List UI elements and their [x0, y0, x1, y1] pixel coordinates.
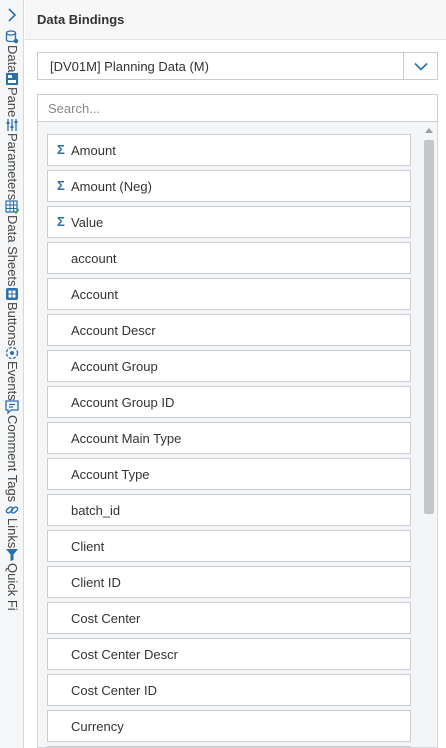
- field-item[interactable]: Account Type: [47, 458, 411, 490]
- rail-tab-label: Links: [5, 517, 20, 548]
- rail-tab-label: Data Sheets: [5, 215, 20, 287]
- field-item[interactable]: Account Descr: [47, 314, 411, 346]
- field-list-scrollbar[interactable]: [421, 122, 437, 747]
- database-icon: [5, 30, 19, 44]
- comment-tags-icon: [5, 400, 19, 416]
- field-item[interactable]: Client ID: [47, 566, 411, 598]
- parameters-icon: [5, 118, 19, 132]
- field-list-container: Σ Amount Σ Amount (Neg) Σ Value account Account…: [37, 122, 438, 748]
- data-source-value: [DV01M] Planning Data (M): [50, 58, 209, 74]
- quick-filter-icon: [5, 548, 19, 562]
- field-label: Account Descr: [71, 322, 156, 338]
- field-label: Currency: [71, 718, 124, 734]
- field-label: Client: [71, 538, 105, 554]
- data-bindings-panel: Data Bindings [DV01M] Planning Data (M) …: [25, 0, 446, 748]
- buttons-icon: [5, 287, 19, 301]
- rail-tab-quick-fi[interactable]: Quick Fi: [0, 548, 23, 611]
- rail-tab-label: Data: [5, 45, 20, 73]
- rail-tab-label: Quick Fi: [5, 562, 20, 611]
- field-label: Account Group: [71, 358, 158, 374]
- field-label: Account Type: [71, 466, 150, 482]
- panel-header: Data Bindings: [25, 0, 446, 40]
- field-item[interactable]: Client: [47, 530, 411, 562]
- field-label: Cost Center: [71, 610, 141, 626]
- links-icon: [5, 503, 19, 517]
- field-label: Account Group ID: [71, 394, 175, 410]
- data-source-select[interactable]: [DV01M] Planning Data (M): [37, 52, 438, 80]
- panel-title: Data Bindings: [37, 12, 125, 27]
- scrollbar-thumb[interactable]: [424, 140, 434, 514]
- field-item[interactable]: Account Main Type: [47, 422, 411, 454]
- rail-tab-data[interactable]: Data: [0, 30, 23, 73]
- field-item[interactable]: Cost Center: [47, 602, 411, 634]
- data-source-dropdown-toggle[interactable]: [403, 53, 437, 79]
- pane-icon: [5, 72, 19, 86]
- scroll-up-arrow-icon[interactable]: [424, 126, 434, 134]
- field-list: Σ Amount Σ Amount (Neg) Σ Value account Account…: [47, 134, 411, 747]
- field-item[interactable]: Currency: [47, 710, 411, 742]
- field-item[interactable]: Account Group: [47, 350, 411, 382]
- rail-tab-label: Buttons: [5, 301, 20, 346]
- field-label: account: [71, 250, 117, 266]
- expand-panel-button[interactable]: [3, 6, 21, 24]
- field-item[interactable]: Account Group ID: [47, 386, 411, 418]
- field-label: Cost Center ID: [71, 682, 157, 698]
- rail-tab-pane[interactable]: Pane: [0, 72, 23, 118]
- rail-tab-events[interactable]: Events: [0, 346, 23, 401]
- rail-tab-parameters[interactable]: Parameters: [0, 118, 23, 201]
- sigma-measure-icon: Σ: [57, 142, 65, 157]
- rail-tab-label: Comment Tags: [5, 415, 20, 503]
- side-tab-rail: Data Pane Parameters Data Sheets Buttons Even…: [0, 0, 24, 748]
- rail-tab-comment-tags[interactable]: Comment Tags: [0, 400, 23, 503]
- field-item[interactable]: Cost Center ID: [47, 674, 411, 706]
- field-item[interactable]: account: [47, 242, 411, 274]
- data-sheets-icon: [5, 200, 20, 215]
- field-label: Account: [71, 286, 118, 302]
- field-item[interactable]: batch_id: [47, 494, 411, 526]
- field-label: Cost Center Descr: [71, 646, 178, 662]
- field-item[interactable]: Σ Amount: [47, 134, 411, 166]
- field-label: Client ID: [71, 574, 121, 590]
- rail-tab-buttons[interactable]: Buttons: [0, 287, 23, 346]
- field-label: batch_id: [71, 502, 121, 518]
- sigma-measure-icon: Σ: [57, 214, 65, 229]
- rail-tab-data-sheets[interactable]: Data Sheets: [0, 200, 23, 287]
- field-item[interactable]: Cost Center Descr: [47, 638, 411, 670]
- rail-tab-list: Data Pane Parameters Data Sheets Buttons Even…: [0, 30, 23, 611]
- rail-tab-label: Events: [5, 360, 20, 401]
- rail-tab-label: Pane: [5, 87, 20, 118]
- chevron-down-icon: [413, 62, 428, 71]
- field-item[interactable]: Σ Value: [47, 206, 411, 238]
- sigma-measure-icon: Σ: [57, 178, 65, 193]
- rail-tab-links[interactable]: Links: [0, 503, 23, 548]
- chevron-right-icon: [8, 8, 17, 22]
- rail-tab-label: Parameters: [5, 132, 20, 201]
- field-search-input[interactable]: [37, 94, 438, 122]
- events-icon: [5, 346, 19, 360]
- field-item[interactable]: Account: [47, 278, 411, 310]
- field-item[interactable]: Σ Amount (Neg): [47, 170, 411, 202]
- field-label: Account Main Type: [71, 430, 182, 446]
